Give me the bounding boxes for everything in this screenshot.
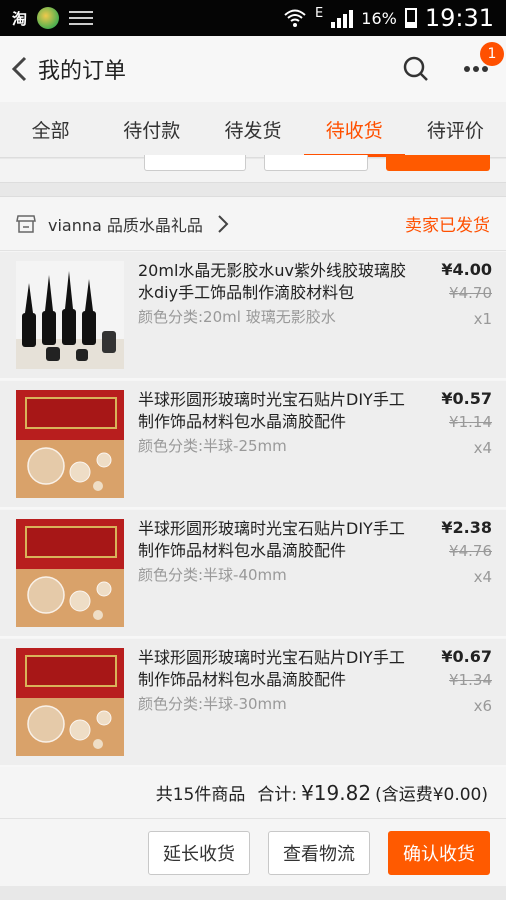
order-item[interactable]: 半球形圆形玻璃时光宝石贴片DIY手工制作饰品材料包水晶滴胶配件 颜色分类:半球-… <box>0 381 506 509</box>
item-quantity: x4 <box>473 568 492 586</box>
chevron-right-icon <box>218 214 229 233</box>
product-image <box>16 261 124 369</box>
view-logistics-button[interactable]: 查看物流 <box>268 831 370 875</box>
tab-pending-review[interactable]: 待评价 <box>405 102 506 157</box>
search-icon <box>403 56 428 81</box>
more-icon <box>464 66 488 72</box>
tab-pending-payment[interactable]: 待付款 <box>101 102 202 157</box>
previous-order-remnant <box>0 155 506 183</box>
order-item[interactable]: 半球形圆形玻璃时光宝石贴片DIY手工制作饰品材料包水晶滴胶配件 颜色分类:半球-… <box>0 510 506 638</box>
app-bar: 我的订单 1 <box>0 36 506 102</box>
order-summary: 共15件商品 合计: ¥19.82 (含运费¥0.00) <box>0 767 506 819</box>
item-title: 20ml水晶无影胶水uv紫外线胶玻璃胶水diy手工饰品制作滴胶材料包 <box>138 261 407 302</box>
item-price: ¥0.57 <box>441 389 492 408</box>
battery-percent: 16% <box>361 8 397 28</box>
tab-pending-receipt[interactable]: 待收货 <box>303 102 406 157</box>
item-title: 半球形圆形玻璃时光宝石贴片DIY手工制作饰品材料包水晶滴胶配件 <box>138 519 405 560</box>
shipping-fee: (含运费¥0.00) <box>375 785 488 805</box>
item-price: ¥0.67 <box>441 647 492 666</box>
previous-order-button[interactable] <box>386 155 490 171</box>
extend-receipt-button[interactable]: 延长收货 <box>148 831 250 875</box>
item-spec: 颜色分类:半球-40mm <box>138 566 287 584</box>
item-original-price: ¥4.76 <box>449 542 492 560</box>
item-count: 共15件商品 <box>155 785 246 805</box>
item-price: ¥2.38 <box>441 518 492 537</box>
app-notification-icon <box>37 7 60 29</box>
order-total: ¥19.82 <box>301 780 372 805</box>
order-card: vianna 品质水晶礼品 卖家已发货 20ml水晶无影胶水uv紫外线胶玻璃胶水… <box>0 196 506 886</box>
item-original-price: ¥1.14 <box>449 413 492 431</box>
battery-icon <box>404 8 417 28</box>
item-spec: 颜色分类:20ml 玻璃无影胶水 <box>138 308 336 326</box>
item-original-price: ¥1.34 <box>449 671 492 689</box>
previous-order-button[interactable] <box>144 155 246 171</box>
item-spec: 颜色分类:半球-30mm <box>138 695 287 713</box>
order-actions: 延长收货 查看物流 确认收货 <box>0 820 506 886</box>
search-button[interactable] <box>386 36 446 102</box>
notification-badge: 1 <box>480 42 504 66</box>
signal-icon <box>331 8 354 28</box>
page-title: 我的订单 <box>38 59 127 84</box>
more-button[interactable]: 1 <box>446 36 506 102</box>
shop-header[interactable]: vianna 品质水晶礼品 卖家已发货 <box>0 197 506 251</box>
menu-notification-icon <box>69 11 94 25</box>
item-quantity: x6 <box>473 697 492 715</box>
order-item[interactable]: 20ml水晶无影胶水uv紫外线胶玻璃胶水diy手工饰品制作滴胶材料包 颜色分类:… <box>0 252 506 380</box>
confirm-receipt-button[interactable]: 确认收货 <box>388 831 490 875</box>
product-image <box>16 648 124 756</box>
shop-name: vianna 品质水晶礼品 <box>48 215 203 235</box>
shop-icon <box>16 214 36 233</box>
item-quantity: x4 <box>473 439 492 457</box>
wifi-icon <box>284 9 306 27</box>
tab-all[interactable]: 全部 <box>0 102 101 157</box>
back-button[interactable] <box>2 36 36 102</box>
total-label: 合计: <box>257 785 298 805</box>
item-quantity: x1 <box>473 310 492 328</box>
item-spec: 颜色分类:半球-25mm <box>138 437 287 455</box>
product-image <box>16 519 124 627</box>
tab-pending-shipment[interactable]: 待发货 <box>202 102 303 157</box>
item-original-price: ¥4.70 <box>449 284 492 302</box>
taobao-notification-icon: 淘 <box>12 9 28 28</box>
order-tabs: 全部 待付款 待发货 待收货 待评价 <box>0 102 506 158</box>
status-bar: 淘 E 16% 19:31 <box>0 0 506 36</box>
item-price: ¥4.00 <box>441 260 492 279</box>
network-type: E <box>315 5 324 21</box>
order-status: 卖家已发货 <box>405 216 490 236</box>
previous-order-button[interactable] <box>264 155 368 171</box>
back-icon <box>11 56 27 82</box>
order-item[interactable]: 半球形圆形玻璃时光宝石贴片DIY手工制作饰品材料包水晶滴胶配件 颜色分类:半球-… <box>0 639 506 767</box>
item-title: 半球形圆形玻璃时光宝石贴片DIY手工制作饰品材料包水晶滴胶配件 <box>138 648 405 689</box>
item-title: 半球形圆形玻璃时光宝石贴片DIY手工制作饰品材料包水晶滴胶配件 <box>138 390 405 431</box>
clock: 19:31 <box>424 4 494 32</box>
product-image <box>16 390 124 498</box>
